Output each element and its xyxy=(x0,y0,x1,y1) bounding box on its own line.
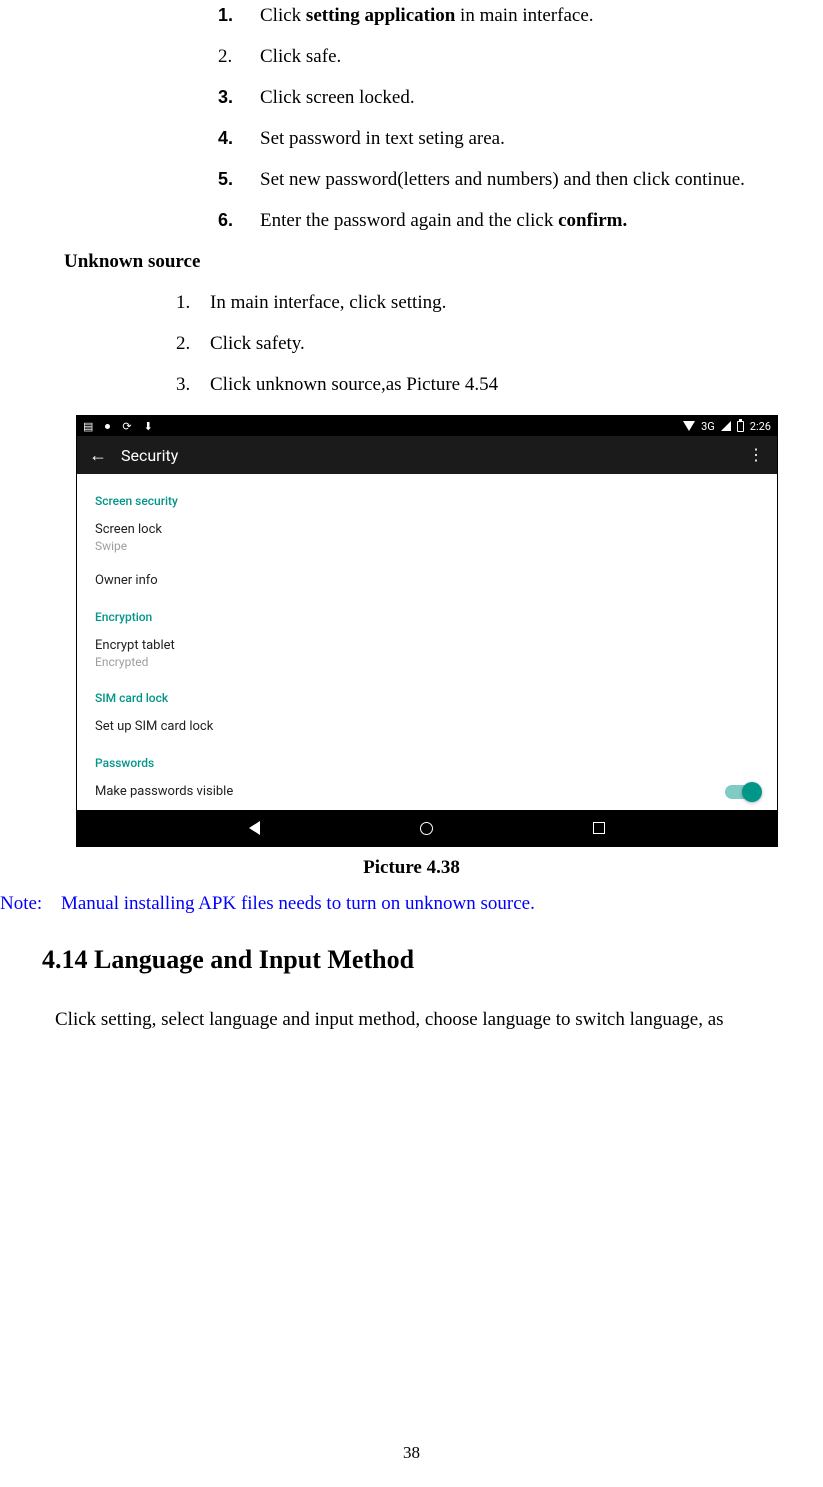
list2-item: 1.In main interface, click setting. xyxy=(176,292,823,314)
settings-item-primary: Owner info xyxy=(95,573,759,588)
settings-section-header: Encryption xyxy=(95,610,759,624)
settings-item-primary: Set up SIM card lock xyxy=(95,719,759,734)
list-text: Click unknown source,as Picture 4.54 xyxy=(210,374,498,396)
section-heading: 4.14 Language and Input Method xyxy=(42,945,823,975)
list-text: Set new password(letters and numbers) an… xyxy=(260,169,745,191)
list-text: In main interface, click setting. xyxy=(210,292,446,314)
settings-section-header: SIM card lock xyxy=(95,691,759,705)
list-text: Set password in text seting area. xyxy=(260,128,505,150)
settings-item-primary: Screen lock xyxy=(95,522,759,537)
list-number: 3. xyxy=(218,87,260,109)
list1-item: 3.Click screen locked. xyxy=(218,87,823,109)
refresh-icon: ⟳ xyxy=(122,420,131,433)
list-text: Click screen locked. xyxy=(260,87,415,109)
battery-icon xyxy=(737,421,744,432)
appbar-title: Security xyxy=(121,446,747,465)
settings-item[interactable]: Encrypt tablet Encrypted xyxy=(95,628,759,679)
list-text: Click safe. xyxy=(260,46,341,68)
note-text: Note: Manual installing APK files needs … xyxy=(0,893,823,915)
list1-item: 4.Set password in text seting area. xyxy=(218,128,823,150)
settings-section-header: Screen security xyxy=(95,494,759,508)
instruction-list-2: 1.In main interface, click setting.2.Cli… xyxy=(176,292,823,396)
wifi-icon xyxy=(683,421,695,431)
page-number: 38 xyxy=(0,1443,823,1463)
nav-home-button[interactable] xyxy=(420,822,433,835)
subheading-unknown-source: Unknown source xyxy=(64,251,823,273)
settings-item[interactable]: Set up SIM card lock xyxy=(95,709,759,744)
list-text: Enter the password again and the click c… xyxy=(260,210,627,232)
list-number: 4. xyxy=(218,128,260,150)
list-number: 3. xyxy=(176,374,210,396)
overflow-menu-button[interactable]: ⋮ xyxy=(747,452,765,458)
list-text: Click setting application in main interf… xyxy=(260,5,594,27)
list1-item: 2.Click safe. xyxy=(218,46,823,68)
clock-label: 2:26 xyxy=(750,420,771,433)
settings-item[interactable]: Owner info xyxy=(95,563,759,598)
note-label: Note: xyxy=(0,893,42,914)
figure-caption: Picture 4.38 xyxy=(0,857,823,879)
list-number: 1. xyxy=(218,5,260,27)
nav-back-button[interactable] xyxy=(249,821,260,835)
settings-item[interactable]: Make passwords visible xyxy=(95,774,759,809)
list2-item: 2.Click safety. xyxy=(176,333,823,355)
settings-content: Screen security Screen lock Swipe Owner inf… xyxy=(77,474,777,817)
app-bar: ← Security ⋮ xyxy=(77,436,777,474)
list-text: Click safety. xyxy=(210,333,305,355)
list1-item: 5.Set new password(letters and numbers) … xyxy=(218,169,823,191)
settings-item-secondary: Swipe xyxy=(95,539,759,553)
settings-section-header: Passwords xyxy=(95,756,759,770)
network-label: 3G xyxy=(701,420,715,433)
nav-recent-button[interactable] xyxy=(593,822,605,834)
notification-icon: ▤ xyxy=(83,420,93,433)
list1-item: 6.Enter the password again and the click… xyxy=(218,210,823,232)
navigation-bar xyxy=(77,810,777,846)
list-number: 2. xyxy=(218,46,260,68)
list-number: 1. xyxy=(176,292,210,314)
instruction-list-1: 1.Click setting application in main inte… xyxy=(218,5,823,232)
settings-item-primary: Encrypt tablet xyxy=(95,638,759,653)
list1-item: 1.Click setting application in main inte… xyxy=(218,5,823,27)
body-paragraph: Click setting, select language and input… xyxy=(55,1009,823,1031)
screenshot-figure: ▤ ⟳ ⬇ 3G 2:26 ← Security ⋮ Screen secu xyxy=(76,415,778,847)
back-button[interactable]: ← xyxy=(89,445,121,466)
settings-item-primary: Make passwords visible xyxy=(95,784,233,799)
note-body: Manual installing APK files needs to tur… xyxy=(61,893,535,914)
settings-item-secondary: Encrypted xyxy=(95,655,759,669)
settings-item[interactable]: Screen lock Swipe xyxy=(95,512,759,563)
list-number: 6. xyxy=(218,210,260,232)
status-bar: ▤ ⟳ ⬇ 3G 2:26 xyxy=(77,416,777,436)
list-number: 2. xyxy=(176,333,210,355)
list2-item: 3.Click unknown source,as Picture 4.54 xyxy=(176,374,823,396)
dot-icon xyxy=(105,424,110,429)
download-icon: ⬇ xyxy=(144,420,153,433)
toggle-switch[interactable] xyxy=(725,785,759,799)
signal-icon xyxy=(721,421,731,431)
list-number: 5. xyxy=(218,169,260,191)
